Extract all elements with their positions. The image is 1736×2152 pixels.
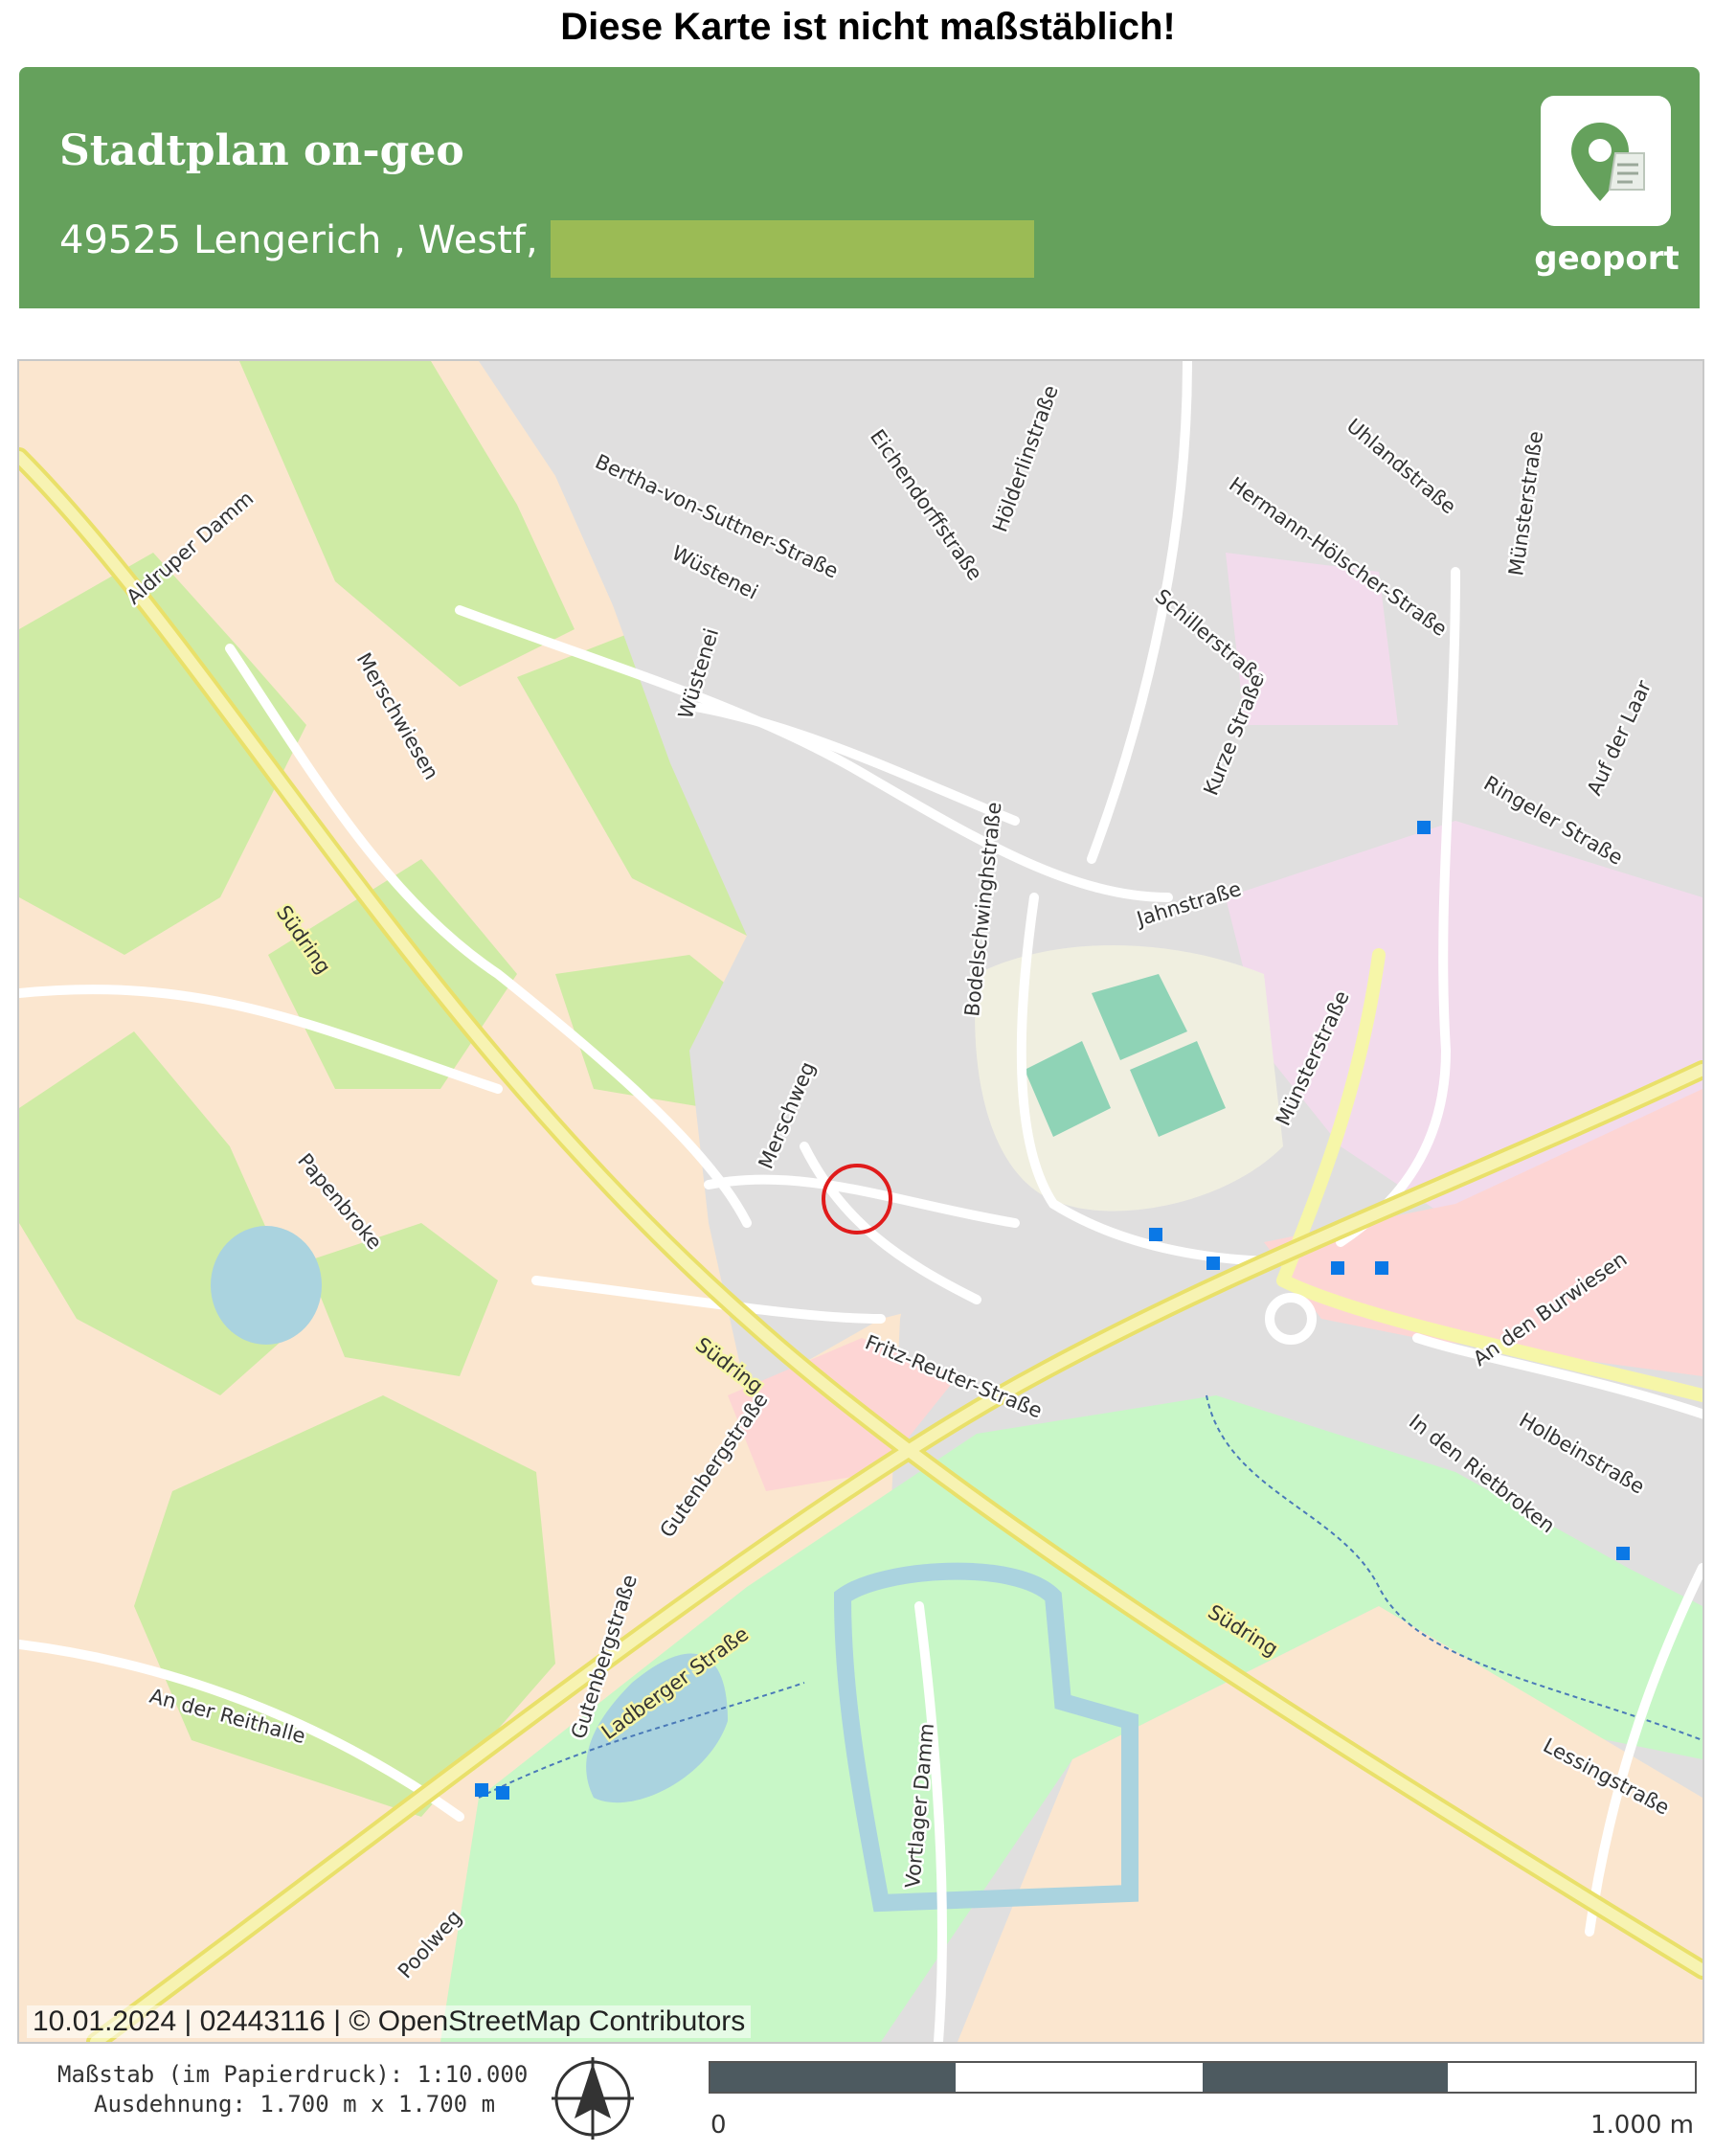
- scale-max-label: 1.000 m: [1589, 2111, 1694, 2140]
- bus-stop-icon[interactable]: [1149, 1228, 1162, 1241]
- map-credits: 10.01.2024 | 02443116 | © OpenStreetMap …: [27, 2005, 752, 2038]
- pond: [211, 1226, 322, 1345]
- bus-stop-icon[interactable]: [475, 1783, 488, 1797]
- address-line: 49525 Lengerich , Westf,: [59, 218, 538, 262]
- bus-stop-icon[interactable]: [496, 1786, 509, 1800]
- geoport-logo: [1541, 96, 1671, 226]
- scale-min-label: 0: [710, 2111, 727, 2140]
- bus-stop-icon[interactable]: [1417, 821, 1431, 834]
- city-map[interactable]: Aldruper Damm Bertha-von-Suttner-Straße …: [17, 359, 1704, 2044]
- header-banner: Stadtplan on-geo 49525 Lengerich , Westf…: [19, 67, 1700, 308]
- page-title: Stadtplan on-geo: [59, 126, 464, 175]
- bus-stop-icon[interactable]: [1331, 1261, 1344, 1275]
- bus-stop-icon[interactable]: [1616, 1547, 1630, 1560]
- map-pin-document-icon: [1571, 123, 1645, 201]
- north-arrow-icon: [552, 2057, 634, 2140]
- logo-wordmark: geoport: [1534, 239, 1680, 278]
- map-canvas[interactable]: Aldruper Damm Bertha-von-Suttner-Straße …: [19, 361, 1702, 2042]
- scale-label: Maßstab (im Papierdruck): 1:10.000: [57, 2061, 529, 2088]
- extent-label: Ausdehnung: 1.700 m x 1.700 m: [94, 2091, 496, 2118]
- scale-bar: [709, 2061, 1697, 2094]
- scale-disclaimer: Diese Karte ist nicht maßstäblich!: [560, 6, 1176, 48]
- bus-stop-icon[interactable]: [1375, 1261, 1388, 1275]
- address-redaction: [551, 220, 1034, 278]
- map-footer: Maßstab (im Papierdruck): 1:10.000 Ausde…: [0, 2050, 1736, 2152]
- bus-stop-icon[interactable]: [1206, 1257, 1220, 1270]
